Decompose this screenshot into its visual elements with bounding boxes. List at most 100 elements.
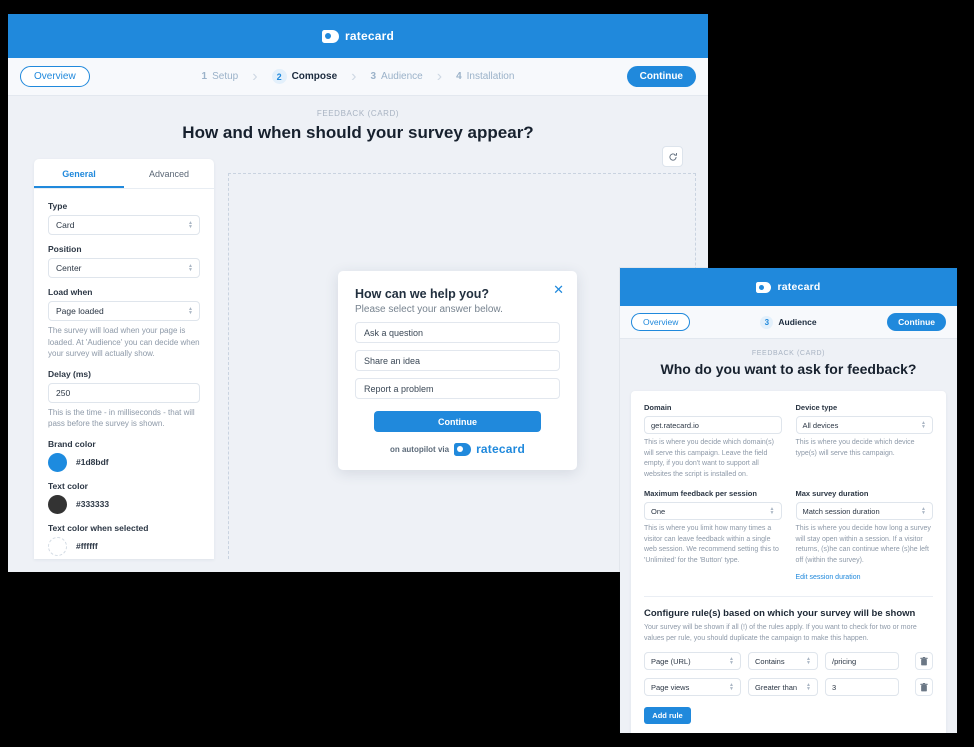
max-duration-help: This is where you decide how long a surv… [795,525,931,564]
survey-footer-brand: ratecard [476,442,526,456]
domain-value: get.ratecard.io [651,420,699,430]
chevron-right-icon: › [436,67,443,85]
window2-topbar: ratecard [620,268,957,306]
logo-text: ratecard [345,29,394,43]
chevron-updown-icon: ▲ ▼ [769,506,775,516]
step-audience[interactable]: 3 Audience [370,71,422,82]
max-feedback-label: Maximum feedback per session [644,489,757,498]
survey-question: How can we help you? [355,287,490,301]
chevron-updown-icon: ▲ ▼ [806,656,811,666]
audience-field-grid: Domain get.ratecard.io This is where you… [644,403,933,480]
text-color-selected-hex: #ffffff [76,541,98,552]
logo-dot-icon [456,446,463,452]
continue-button[interactable]: Continue [626,66,696,87]
step-indicator: 1 Setup › 2 Compose › 3 Audience › 4 Ins… [8,58,708,95]
tab-advanced[interactable]: Advanced [124,159,214,188]
brand-color-hex: #1d8bdf [76,457,109,468]
text-color-label: Text color [48,480,88,491]
step-installation[interactable]: 4 Installation [456,71,514,82]
max-feedback-value: One [651,506,666,516]
rule-field-select[interactable]: Page views ▲ ▼ [644,678,741,696]
max-duration-column: Max survey duration Match session durati… [795,489,933,584]
screenshot-stage: ratecard Overview 1 Setup › 2 Compose › … [0,0,974,747]
domain-input[interactable]: get.ratecard.io [644,416,782,434]
step-number: 3 [370,71,377,82]
survey-option[interactable]: Share an idea [355,350,560,371]
refresh-icon [668,152,677,161]
device-type-select[interactable]: All devices ▲ ▼ [795,416,933,434]
window1-topbar: ratecard [8,14,708,58]
trash-icon [920,682,928,691]
type-select[interactable]: Card ▲ ▼ [48,215,200,235]
delete-rule-button[interactable] [915,678,933,696]
logo-text: ratecard [777,281,821,293]
delay-label: Delay (ms) [48,368,91,379]
step-number: 2 [271,69,287,84]
brand-color-swatch[interactable] [48,452,67,472]
survey-option[interactable]: Report a problem [355,378,560,399]
page-title: Who do you want to ask for feedback? [660,361,917,377]
continue-button[interactable]: Continue [887,313,946,331]
position-label: Position [48,244,82,254]
max-feedback-column: Maximum feedback per session One ▲ ▼ This… [644,489,782,584]
load-when-label: Load when [48,287,93,297]
audience-field-grid-2: Maximum feedback per session One ▲ ▼ This… [644,489,933,584]
max-feedback-select[interactable]: One ▲ ▼ [644,502,782,520]
logo-dot-icon [325,33,332,39]
device-type-label: Device type [795,403,838,412]
text-color-row[interactable]: #333333 [48,494,200,514]
survey-subtitle: Please select your answer below. [355,304,503,315]
edit-session-duration-link[interactable]: Edit session duration [796,574,861,581]
settings-tabs: General Advanced [34,159,214,189]
step-number: 1 [201,71,208,82]
delay-input[interactable]: 250 [48,382,200,403]
logo-mark-icon [322,29,340,43]
rules-heading: Configure rule(s) based on which your su… [644,608,916,619]
step-setup[interactable]: 1 Setup [202,71,239,82]
position-value: Center [56,263,82,273]
survey-footer-text: on autopilot via [389,444,450,454]
text-color-selected-swatch[interactable] [48,536,67,556]
max-feedback-help: This is where you limit how many times a… [644,525,779,564]
close-icon[interactable]: ✕ [553,283,564,296]
survey-card-preview: ✕ How can we help you? Please select you… [338,271,577,470]
rule-value-input[interactable]: /pricing [825,652,899,670]
chevron-updown-icon: ▲ ▼ [729,656,734,666]
rules-subheading: Your survey will be shown if all (!) of … [644,624,917,642]
step-audience[interactable]: 3 Audience [760,315,817,329]
load-when-help: The survey will load when your page is l… [48,326,200,359]
survey-option[interactable]: Ask a question [355,322,560,343]
text-color-selected-row[interactable]: #ffffff [48,536,200,556]
rule-operator-select[interactable]: Greater than ▲ ▼ [748,678,818,696]
position-select[interactable]: Center ▲ ▼ [48,258,200,278]
text-color-selected-label: Text color when selected [48,522,149,533]
domain-column: Domain get.ratecard.io This is where you… [644,403,782,480]
chevron-right-icon: › [351,67,357,85]
rule-operator-select[interactable]: Contains ▲ ▼ [748,652,818,670]
step-number: 3 [760,315,774,329]
brand-color-row[interactable]: #1d8bdf [48,452,200,472]
step-compose[interactable]: 2 Compose [271,69,338,84]
rule-value-input[interactable]: 3 [825,678,899,696]
rule-operator-value: Contains [755,656,785,666]
tab-general[interactable]: General [34,159,124,188]
refresh-preview-button[interactable] [662,146,683,167]
compose-window: ratecard Overview 1 Setup › 2 Compose › … [8,14,708,572]
text-color-swatch[interactable] [48,494,67,514]
delete-rule-button[interactable] [915,652,933,670]
survey-continue-button[interactable]: Continue [374,411,541,432]
max-duration-select[interactable]: Match session duration ▲ ▼ [795,502,933,520]
rule-field-value: Page views [651,682,690,692]
add-rule-button[interactable]: Add rule [644,707,691,724]
load-when-select[interactable]: Page loaded ▲ ▼ [48,301,200,321]
audience-window: ratecard Overview 3 Audience Continue FE… [620,268,957,733]
window1-stepbar: Overview 1 Setup › 2 Compose › 3 Audienc… [8,58,708,96]
rule-field-select[interactable]: Page (URL) ▲ ▼ [644,652,741,670]
ratecard-logo: ratecard [322,29,394,43]
step-label: Compose [291,71,338,82]
domain-help: This is where you decide which domain(s)… [644,439,774,478]
rule-value: 3 [832,682,837,692]
page-eyebrow: FEEDBACK (CARD) [751,350,826,357]
rule-operator-value: Greater than [755,682,798,692]
page-title: How and when should your survey appear? [182,123,534,142]
